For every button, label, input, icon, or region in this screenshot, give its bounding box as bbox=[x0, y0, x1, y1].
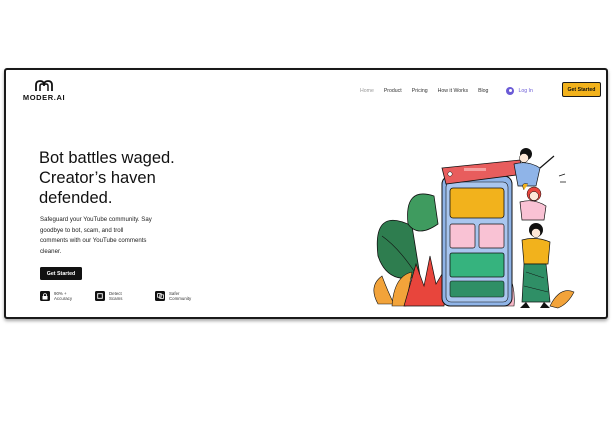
hero-illustration bbox=[373, 148, 575, 309]
browser-frame: MODER.AI Home Product Pricing How it Wor… bbox=[4, 68, 608, 319]
hero-subtitle: Safeguard your YouTube community. Say go… bbox=[40, 215, 178, 257]
hero-subtitle-line: goodbye to bot, scam, and troll bbox=[40, 226, 124, 234]
logo-mark-icon bbox=[35, 80, 53, 91]
stat-label: Scams bbox=[109, 296, 123, 302]
hero-subtitle-line: Safeguard your YouTube community. Say bbox=[40, 216, 152, 223]
nav-home[interactable]: Home bbox=[360, 88, 374, 94]
login-label: Log In bbox=[518, 88, 533, 94]
stat-text: 90% + Accuracy bbox=[54, 291, 84, 301]
hero-title-line: Creator’s haven bbox=[39, 169, 156, 187]
hero-title: Bot battles waged. Creator’s haven defen… bbox=[39, 148, 239, 208]
stat-label: Accuracy bbox=[54, 296, 73, 302]
stat-accuracy: 90% + Accuracy bbox=[40, 291, 84, 302]
nav-pricing[interactable]: Pricing bbox=[412, 88, 428, 94]
nav-how-it-works[interactable]: How it Works bbox=[438, 88, 468, 94]
stat-text: Safer Community bbox=[169, 291, 199, 301]
get-started-nav-button[interactable]: Get Started bbox=[562, 82, 601, 97]
stat-detect-scams: Detect Scams bbox=[95, 291, 139, 302]
main-nav: Home Product Pricing How it Works Blog L… bbox=[360, 87, 533, 95]
stat-label: Community bbox=[169, 296, 192, 302]
lock-icon bbox=[40, 291, 50, 302]
brand-logo[interactable]: MODER.AI bbox=[18, 80, 70, 102]
hero-title-line: Bot battles waged. bbox=[39, 149, 175, 167]
square-frame-icon bbox=[95, 291, 105, 302]
nav-blog[interactable]: Blog bbox=[478, 88, 488, 94]
hero-subtitle-line: cleaner. bbox=[40, 247, 62, 255]
brand-name: MODER.AI bbox=[22, 93, 66, 102]
hero-title-line: defended. bbox=[39, 189, 113, 207]
user-avatar-icon bbox=[506, 87, 515, 95]
get-started-hero-button[interactable]: Get Started bbox=[40, 267, 82, 280]
stat-community: Safer Community bbox=[155, 291, 199, 302]
nav-product[interactable]: Product bbox=[384, 88, 402, 94]
community-icon bbox=[155, 291, 165, 302]
hero-subtitle-line: comments with our YouTube comments bbox=[40, 237, 147, 244]
login-link[interactable]: Log In bbox=[506, 87, 533, 95]
stat-text: Detect Scams bbox=[109, 291, 139, 301]
